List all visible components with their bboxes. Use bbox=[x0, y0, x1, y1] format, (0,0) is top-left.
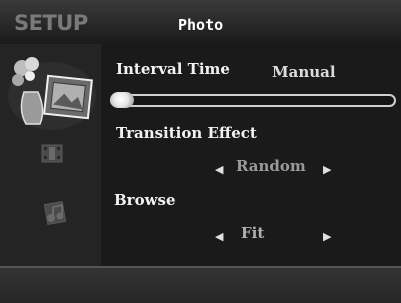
transition-effect-value[interactable]: Random bbox=[236, 157, 306, 175]
movie-icon[interactable] bbox=[40, 143, 64, 169]
header-bar: SETUP Photo bbox=[0, 0, 401, 44]
transition-left-arrow-icon[interactable]: ◀ bbox=[215, 163, 223, 176]
interval-time-value: Manual bbox=[272, 63, 336, 81]
interval-slider-thumb[interactable] bbox=[110, 92, 134, 108]
page-title: Photo bbox=[178, 16, 224, 34]
browse-label: Browse bbox=[114, 191, 176, 209]
transition-effect-label: Transition Effect bbox=[116, 124, 257, 142]
transition-right-arrow-icon[interactable]: ▶ bbox=[323, 163, 331, 176]
footer-bar bbox=[0, 268, 401, 303]
browse-left-arrow-icon[interactable]: ◀ bbox=[215, 230, 223, 243]
interval-slider-track[interactable] bbox=[110, 94, 396, 107]
interval-time-label: Interval Time bbox=[116, 60, 230, 78]
music-icon[interactable] bbox=[40, 200, 70, 232]
osd-screen: SETUP Photo Interval Time Manual Transit… bbox=[0, 0, 401, 303]
browse-right-arrow-icon[interactable]: ▶ bbox=[323, 230, 331, 243]
photo-frame-icon[interactable] bbox=[6, 52, 98, 136]
setup-label: SETUP bbox=[14, 11, 88, 35]
browse-value[interactable]: Fit bbox=[241, 224, 264, 242]
